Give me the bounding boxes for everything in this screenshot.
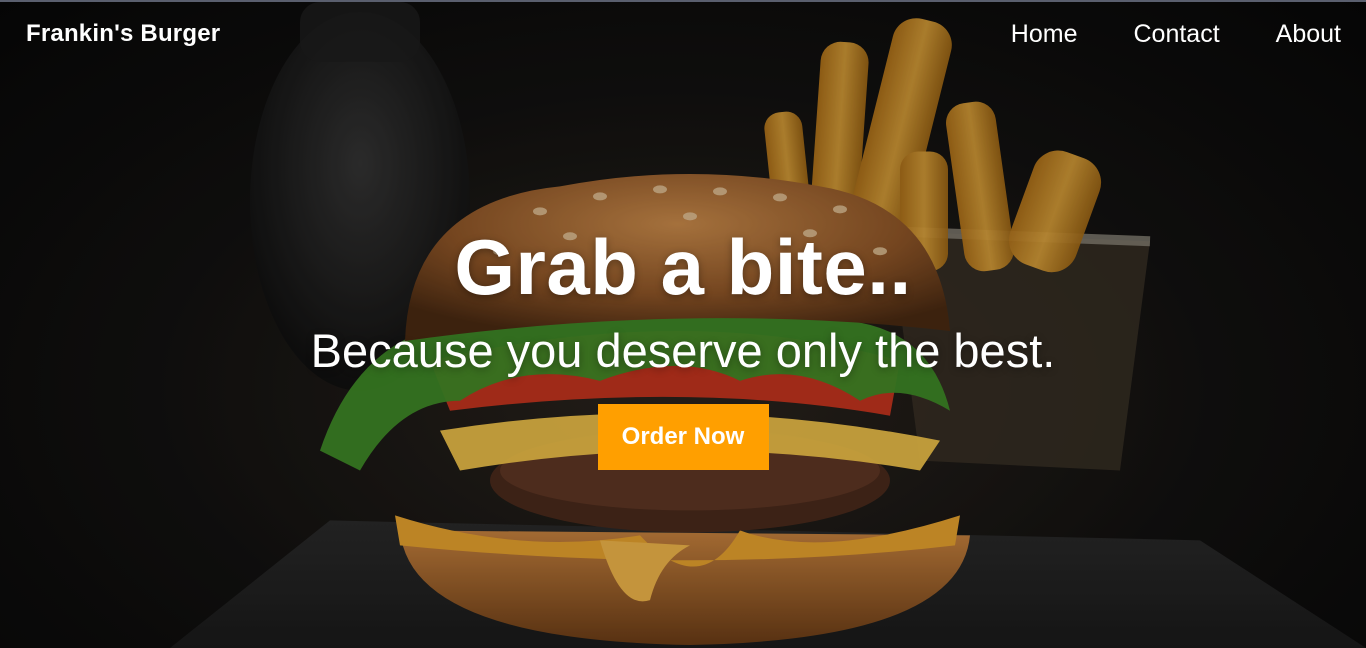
navbar: Frankin's Burger Home Contact About [0,2,1366,68]
hero-title: Grab a bite.. [454,223,912,311]
hero-content: Grab a bite.. Because you deserve only t… [0,223,1366,470]
nav-link-contact[interactable]: Contact [1133,20,1219,49]
brand-logo-text[interactable]: Frankin's Burger [26,20,220,48]
nav-links: Home Contact About [1011,20,1341,49]
nav-link-home[interactable]: Home [1011,20,1078,49]
order-now-button[interactable]: Order Now [597,403,769,470]
hero-section: Frankin's Burger Home Contact About Grab… [0,0,1366,648]
nav-link-about[interactable]: About [1276,20,1341,49]
hero-subtitle: Because you deserve only the best. [310,324,1056,378]
